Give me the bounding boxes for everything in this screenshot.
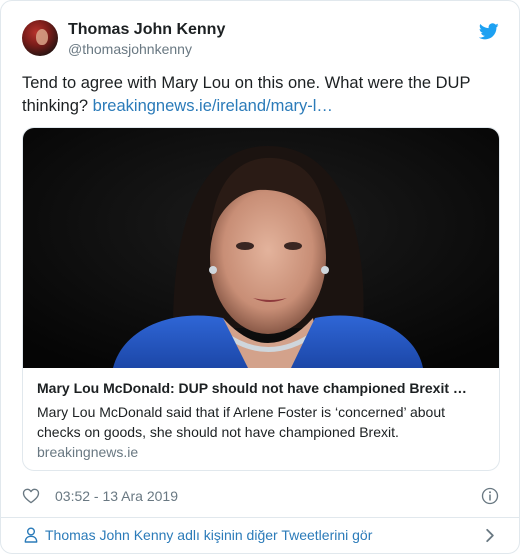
tweet-meta: 03:52 - 13 Ara 2019 [22, 486, 499, 508]
person-icon [24, 527, 38, 543]
author-handle[interactable]: @thomasjohnkenny [68, 41, 192, 57]
card-description: Mary Lou McDonald said that if Arlene Fo… [37, 404, 446, 440]
more-tweets-link[interactable]: Thomas John Kenny adlı kişinin diğer Twe… [1, 518, 519, 553]
chevron-right-icon[interactable] [485, 528, 495, 543]
card-domain[interactable]: breakingnews.ie [37, 444, 138, 460]
card-image[interactable] [23, 128, 500, 368]
tweet-link[interactable]: breakingnews.ie/ireland/mary-l… [93, 97, 333, 115]
card-title[interactable]: Mary Lou McDonald: DUP should not have c… [37, 380, 489, 396]
twitter-bird-icon[interactable] [479, 23, 499, 40]
tweet-text: Tend to agree with Mary Lou on this one.… [22, 72, 492, 118]
more-tweets-label[interactable]: Thomas John Kenny adlı kişinin diğer Twe… [45, 527, 372, 543]
link-card[interactable]: Mary Lou McDonald: DUP should not have c… [22, 127, 500, 471]
tweet-header: Thomas John Kenny @thomasjohnkenny [22, 20, 499, 60]
tweet-timestamp[interactable]: 03:52 - 13 Ara 2019 [55, 488, 178, 504]
embedded-tweet: Thomas John Kenny @thomasjohnkenny Tend … [0, 0, 520, 554]
heart-icon[interactable] [22, 487, 40, 504]
info-icon[interactable] [481, 487, 499, 505]
avatar[interactable] [22, 20, 58, 56]
author-name[interactable]: Thomas John Kenny [68, 21, 225, 39]
